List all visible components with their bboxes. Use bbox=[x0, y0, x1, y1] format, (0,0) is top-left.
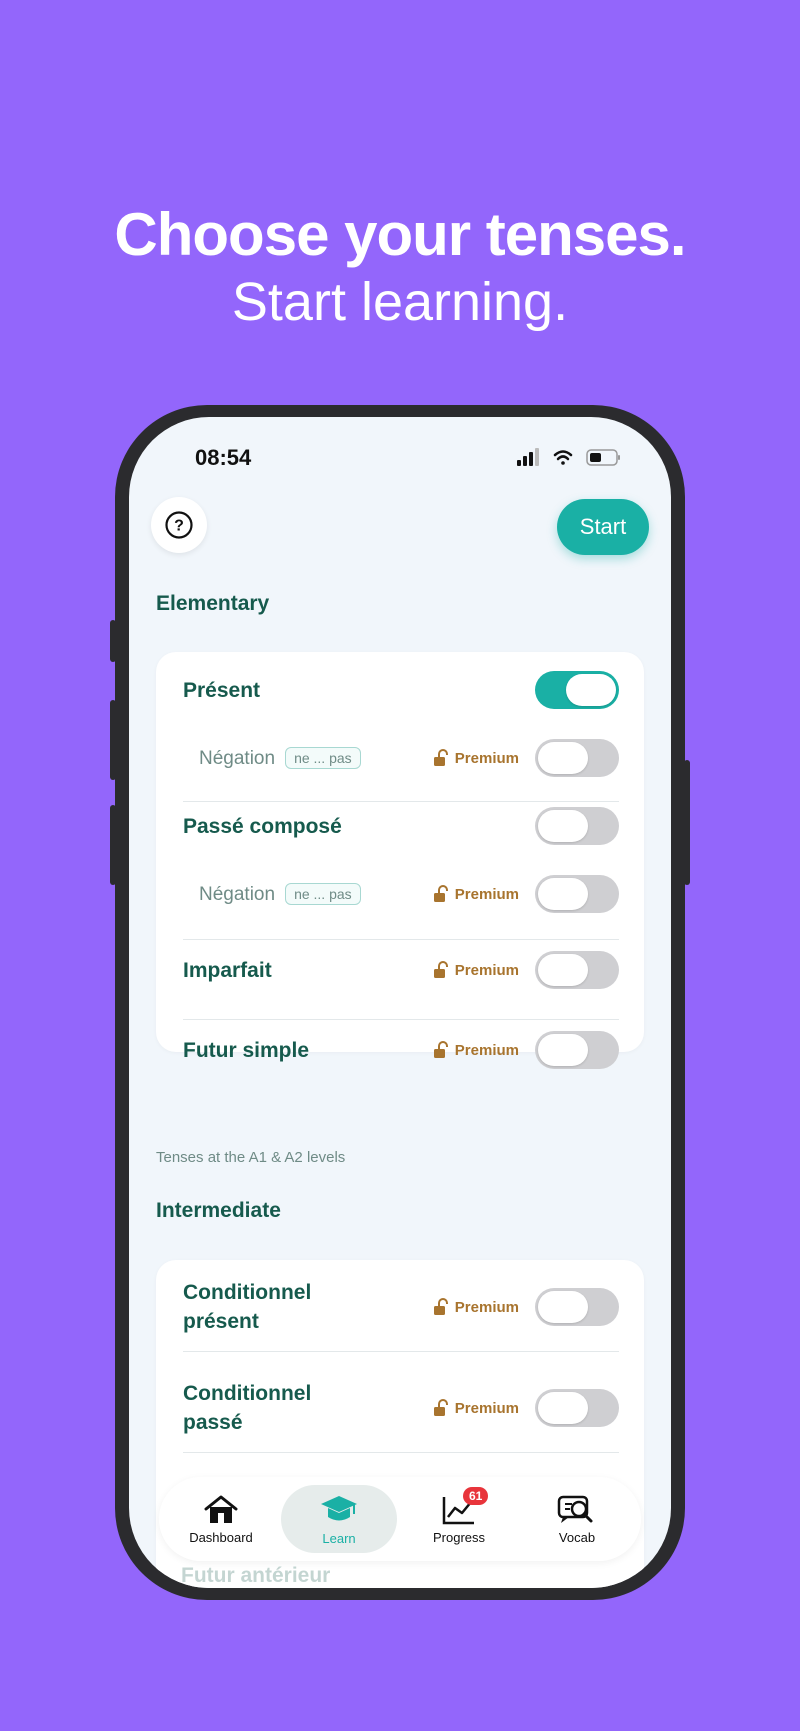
battery-icon bbox=[586, 449, 620, 466]
tab-label: Progress bbox=[432, 1529, 486, 1545]
tense-label: Imparfait bbox=[183, 958, 272, 982]
premium-label: Premium bbox=[454, 749, 519, 767]
vocab-search-icon bbox=[557, 1495, 593, 1523]
tab-progress[interactable]: 61 Progress bbox=[401, 1477, 517, 1561]
elementary-card: Présent Négation ne ... pas Premium Pass… bbox=[156, 652, 644, 1069]
negation-label: Négation bbox=[199, 883, 276, 905]
bottom-tab-bar: Dashboard Learn 61 Progress Vocab bbox=[159, 1477, 641, 1561]
elementary-note: Tenses at the A1 & A2 levels bbox=[156, 1149, 346, 1166]
divider bbox=[183, 939, 619, 940]
lock-open-icon bbox=[433, 1041, 448, 1058]
premium-label: Premium bbox=[454, 1041, 519, 1059]
tense-row-passe-compose-negation[interactable]: Négation ne ... pas Premium bbox=[183, 875, 619, 913]
toggle-switch[interactable] bbox=[535, 1389, 619, 1427]
negation-label: Négation bbox=[199, 747, 276, 769]
divider bbox=[183, 1019, 619, 1020]
section-title-elementary: Elementary bbox=[156, 592, 270, 615]
premium-label: Premium bbox=[454, 1399, 519, 1417]
toggle-switch[interactable] bbox=[535, 951, 619, 989]
premium-badge: Premium bbox=[433, 1298, 519, 1316]
lock-open-icon bbox=[433, 961, 448, 978]
tense-label: Futur simple bbox=[183, 1038, 310, 1062]
premium-badge: Premium bbox=[433, 1399, 519, 1417]
toggle-switch[interactable] bbox=[535, 1031, 619, 1069]
tense-label: Conditionnel présent bbox=[183, 1278, 311, 1336]
toggle-switch[interactable] bbox=[535, 875, 619, 913]
signal-icon bbox=[517, 448, 539, 466]
headline: Choose your tenses. Start learning. bbox=[0, 200, 800, 334]
tense-label: Conditionnel passé bbox=[183, 1379, 311, 1437]
premium-label: Premium bbox=[454, 885, 519, 903]
premium-badge: Premium bbox=[433, 961, 519, 979]
tense-label-line: passé bbox=[183, 1411, 243, 1434]
negation-tag: ne ... pas bbox=[285, 883, 361, 905]
tense-row-imparfait[interactable]: Imparfait Premium bbox=[183, 951, 619, 989]
tense-row-futur-simple[interactable]: Futur simple Premium bbox=[183, 1031, 619, 1069]
headline-title: Choose your tenses. bbox=[114, 201, 686, 268]
lock-open-icon bbox=[433, 749, 448, 766]
premium-badge: Premium bbox=[433, 749, 519, 767]
toggle-switch[interactable] bbox=[535, 807, 619, 845]
tab-learn[interactable]: Learn bbox=[281, 1485, 397, 1553]
tense-row-present[interactable]: Présent bbox=[183, 671, 619, 709]
premium-label: Premium bbox=[454, 961, 519, 979]
premium-label: Premium bbox=[454, 1298, 519, 1316]
lock-open-icon bbox=[433, 1298, 448, 1315]
tab-vocab[interactable]: Vocab bbox=[519, 1477, 635, 1561]
lock-open-icon bbox=[433, 1399, 448, 1416]
tense-label-line: Conditionnel bbox=[183, 1281, 312, 1304]
tense-label: Passé composé bbox=[183, 814, 342, 838]
headline-subtitle: Start learning. bbox=[231, 272, 569, 332]
tab-label: Vocab bbox=[558, 1529, 596, 1545]
graduation-cap-icon bbox=[321, 1495, 357, 1520]
divider bbox=[183, 1452, 619, 1453]
section-title-intermediate: Intermediate bbox=[156, 1199, 281, 1222]
tab-label: Learn bbox=[322, 1530, 356, 1546]
home-icon bbox=[204, 1495, 238, 1523]
toggle-switch[interactable] bbox=[535, 1288, 619, 1326]
wifi-icon bbox=[553, 450, 573, 465]
svg-text:?: ? bbox=[174, 518, 184, 535]
tense-label-line: Conditionnel bbox=[183, 1382, 312, 1405]
help-icon: ? bbox=[165, 511, 193, 539]
divider bbox=[183, 801, 619, 802]
help-button[interactable]: ? bbox=[151, 497, 207, 553]
tense-row-conditionnel-passe[interactable]: Conditionnel passé Premium bbox=[183, 1379, 619, 1437]
toggle-switch[interactable] bbox=[535, 671, 619, 709]
start-button[interactable]: Start bbox=[557, 499, 649, 555]
status-icons bbox=[517, 447, 621, 472]
tense-label: Présent bbox=[183, 678, 261, 702]
tab-dashboard[interactable]: Dashboard bbox=[163, 1477, 279, 1561]
tense-row-futur-anterieur-faded: Futur antérieur bbox=[181, 1564, 331, 1587]
notification-badge: 61 bbox=[463, 1487, 489, 1505]
phone-screen: 08:54 ? Start Elementary Présent Négatio… bbox=[129, 417, 671, 1588]
tense-row-passe-compose[interactable]: Passé composé bbox=[183, 807, 619, 845]
tab-label: Dashboard bbox=[189, 1529, 253, 1545]
lock-open-icon bbox=[433, 885, 448, 902]
premium-badge: Premium bbox=[433, 885, 519, 903]
divider bbox=[183, 1351, 619, 1352]
tense-row-present-negation[interactable]: Négation ne ... pas Premium bbox=[183, 739, 619, 777]
negation-tag: ne ... pas bbox=[285, 747, 361, 769]
tense-label-line: présent bbox=[183, 1310, 259, 1333]
tense-row-conditionnel-present[interactable]: Conditionnel présent Premium bbox=[183, 1278, 619, 1336]
premium-badge: Premium bbox=[433, 1041, 519, 1059]
toggle-switch[interactable] bbox=[535, 739, 619, 777]
status-time: 08:54 bbox=[195, 445, 252, 470]
